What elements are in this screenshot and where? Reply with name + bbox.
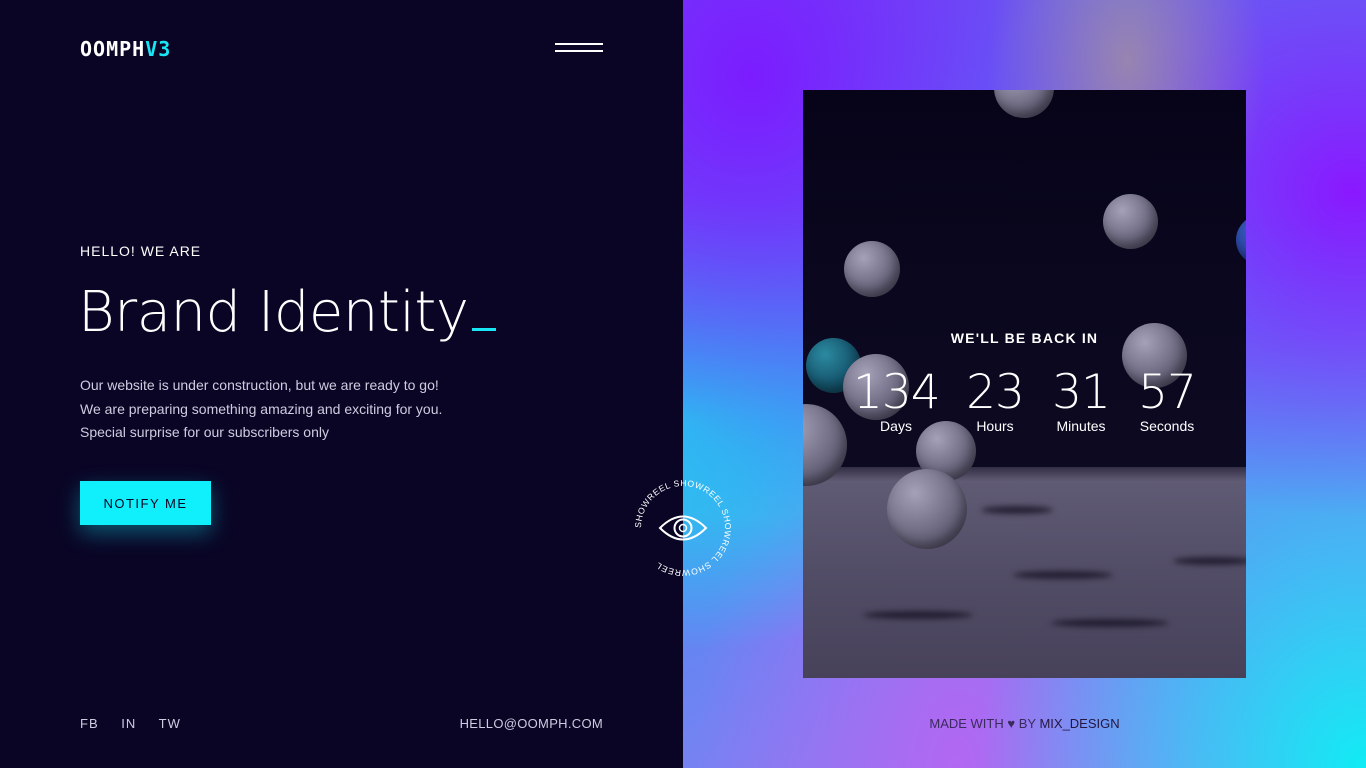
countdown-unit-label: Hours: [976, 418, 1014, 434]
countdown-value: 23: [966, 365, 1025, 420]
right-panel: WE'LL BE BACK IN 134 Days 23 Hours 31 Mi…: [683, 0, 1366, 768]
left-panel: OOMPHV3 HELLO! WE ARE Brand Identity Our…: [0, 0, 683, 768]
svg-text:SHOWREEL SHOWREEL SHOWREEL SHO: SHOWREEL SHOWREEL SHOWREEL SHOWREEL: [633, 478, 733, 578]
ball-shadow: [1013, 571, 1113, 579]
credit-by: BY: [1018, 716, 1036, 731]
social-links: FB IN TW: [80, 716, 199, 731]
showreel-ring-text: SHOWREEL SHOWREEL SHOWREEL SHOWREEL: [633, 478, 733, 578]
countdown-hours: 23 Hours: [965, 365, 1025, 434]
ball-shadow: [863, 611, 973, 619]
floor-surface: [803, 467, 1246, 678]
logo-accent: V3: [145, 37, 172, 61]
countdown-timer: 134 Days 23 Hours 31 Minutes 57 Seconds: [853, 368, 1203, 438]
description-line: We are preparing something amazing and e…: [80, 400, 443, 417]
made-with-credit: MADE WITH ♥ BY MIX_DESIGN: [683, 716, 1366, 731]
countdown-days: 134 Days: [853, 365, 941, 434]
countdown-label: WE'LL BE BACK IN: [950, 330, 1099, 346]
eye-icon: [658, 515, 708, 541]
hamburger-icon[interactable]: [555, 41, 603, 55]
credit-brand-link[interactable]: MIX_DESIGN: [1039, 716, 1119, 731]
countdown-minutes: 31 Minutes: [1049, 365, 1113, 434]
typing-cursor: [472, 328, 497, 331]
ball-shadow: [981, 506, 1053, 514]
sphere: [1236, 215, 1246, 265]
hero-eyebrow: HELLO! WE ARE: [80, 243, 202, 259]
sphere: [994, 90, 1054, 118]
logo[interactable]: OOMPHV3: [80, 37, 171, 61]
showreel-button[interactable]: SHOWREEL SHOWREEL SHOWREEL SHOWREEL: [628, 473, 738, 583]
countdown-unit-label: Days: [880, 418, 912, 434]
sphere: [1103, 194, 1158, 249]
countdown-unit-label: Seconds: [1139, 418, 1195, 434]
countdown-value: 31: [1052, 365, 1111, 420]
sphere: [844, 241, 900, 297]
sphere: [887, 469, 967, 549]
countdown-value: 57: [1138, 365, 1197, 420]
contact-email-link[interactable]: HELLO@OOMPH.COM: [460, 716, 603, 731]
heart-icon: ♥: [1007, 716, 1016, 731]
ball-shadow: [1051, 619, 1169, 627]
showreel-badge: SHOWREEL SHOWREEL SHOWREEL SHOWREEL: [633, 478, 733, 578]
headline-text: Brand Identity: [78, 280, 469, 345]
countdown-card: WE'LL BE BACK IN 134 Days 23 Hours 31 Mi…: [803, 90, 1246, 678]
credit-prefix: MADE WITH: [929, 716, 1004, 731]
social-link-tw[interactable]: TW: [159, 716, 181, 731]
ball-shadow: [1173, 557, 1246, 565]
countdown-seconds: 57 Seconds: [1135, 365, 1199, 434]
social-link-in[interactable]: IN: [121, 716, 136, 731]
description-line: Special surprise for our subscribers onl…: [80, 424, 329, 440]
logo-main: OOMPH: [80, 37, 146, 61]
countdown-unit-label: Minutes: [1056, 418, 1106, 434]
hero-headline: Brand Identity: [78, 280, 497, 345]
notify-me-button[interactable]: NOTIFY ME: [80, 481, 211, 525]
description-line: Our website is under construction, but w…: [80, 377, 439, 393]
countdown-value: 134: [853, 365, 941, 420]
hero-description: Our website is under construction, but w…: [80, 374, 442, 445]
social-link-fb[interactable]: FB: [80, 716, 99, 731]
